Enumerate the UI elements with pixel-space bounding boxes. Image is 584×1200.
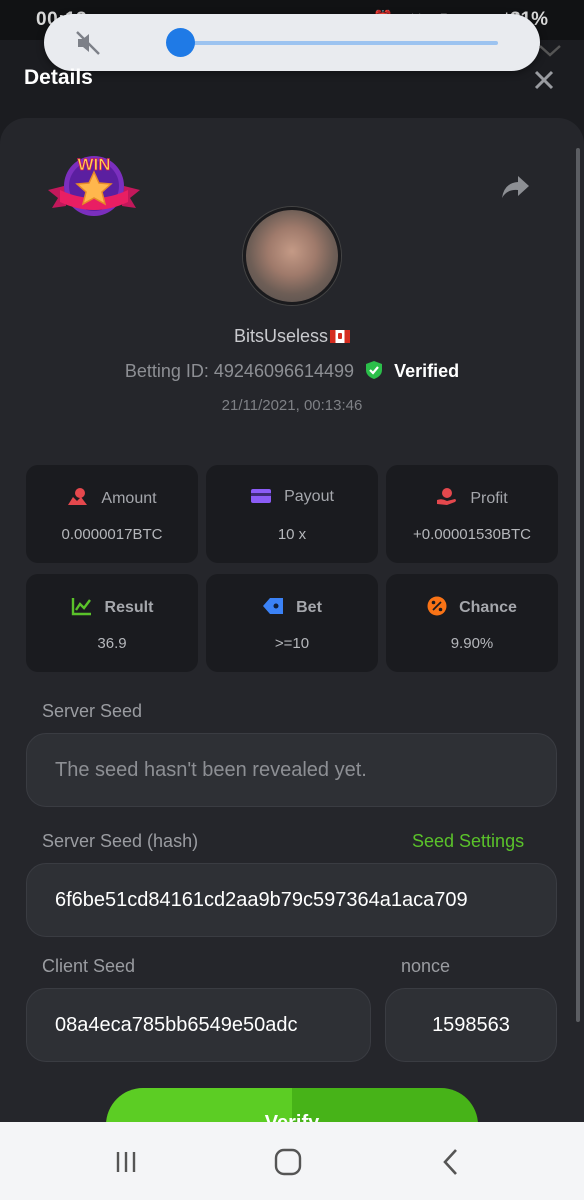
username: BitsUseless (233, 326, 329, 346)
stat-amount: Amount 0.0000017BTC (26, 465, 198, 563)
server-seed-field[interactable]: The seed hasn't been revealed yet. (26, 733, 557, 807)
back-icon[interactable] (436, 1146, 468, 1178)
page-title: Details (24, 66, 93, 89)
stat-chance: Chance 9.90% (386, 574, 558, 672)
server-seed-hash-field[interactable]: 6f6be51cd84161cd2aa9b79c597364a1aca709 (26, 863, 557, 937)
home-icon[interactable] (272, 1146, 304, 1178)
win-badge-text: WIN (77, 155, 110, 174)
scrollbar[interactable] (576, 148, 580, 1022)
volume-panel[interactable] (44, 14, 561, 71)
canada-flag-icon (330, 330, 351, 343)
stat-label: Bet (296, 599, 322, 616)
volume-slider-thumb[interactable] (166, 28, 195, 57)
avatar (243, 207, 341, 305)
nonce-label: nonce (401, 956, 451, 976)
client-seed-label: Client Seed (42, 956, 136, 976)
close-icon[interactable] (532, 68, 556, 92)
stat-bet: Bet >=10 (206, 574, 378, 672)
nonce-input[interactable]: 1598563 (385, 988, 557, 1062)
stat-label: Payout (284, 488, 334, 505)
stat-value: 36.9 (97, 635, 127, 652)
amount-icon (68, 488, 88, 505)
result-chart-icon (71, 598, 91, 616)
stat-value: 9.90% (450, 635, 494, 652)
client-seed-input[interactable]: 08a4eca785bb6549e50adc (26, 988, 371, 1062)
stat-value: +0.00001530BTC (412, 526, 531, 543)
username-row: BitsUseless (0, 326, 584, 347)
stat-value: >=10 (274, 635, 310, 652)
chance-percent-icon (427, 596, 447, 616)
stat-value: 0.0000017BTC (61, 526, 163, 543)
server-seed-hash-label: Server Seed (hash) (42, 831, 199, 851)
server-seed-label: Server Seed (42, 701, 143, 721)
betting-id-row: Betting ID: 49246096614499 Verified (0, 360, 584, 382)
profit-hand-icon (437, 488, 457, 505)
bet-timestamp: 21/11/2021, 00:13:46 (221, 397, 363, 414)
stat-label: Profit (470, 490, 508, 507)
share-icon[interactable] (500, 174, 530, 200)
stat-value: 10 x (277, 526, 307, 543)
stat-label: Amount (101, 490, 157, 507)
shield-check-icon (366, 361, 383, 379)
stat-label: Chance (459, 599, 517, 616)
stat-result: Result 36.9 (26, 574, 198, 672)
system-nav-bar (0, 1122, 584, 1200)
bet-tag-icon (263, 598, 284, 614)
win-badge-icon: WIN (48, 155, 140, 216)
betting-id: Betting ID: 49246096614499 (124, 361, 355, 381)
recent-apps-icon[interactable] (110, 1146, 142, 1178)
stat-profit: Profit +0.00001530BTC (386, 465, 558, 563)
volume-slider-track[interactable] (180, 41, 498, 45)
verified-label: Verified (394, 361, 460, 381)
stat-payout: Payout 10 x (206, 465, 378, 563)
volume-mute-icon[interactable] (74, 29, 102, 57)
seed-settings-link[interactable]: Seed Settings (412, 831, 524, 852)
chevron-down-icon[interactable] (538, 44, 562, 58)
stat-label: Result (104, 599, 154, 616)
payout-card-icon (251, 489, 272, 503)
